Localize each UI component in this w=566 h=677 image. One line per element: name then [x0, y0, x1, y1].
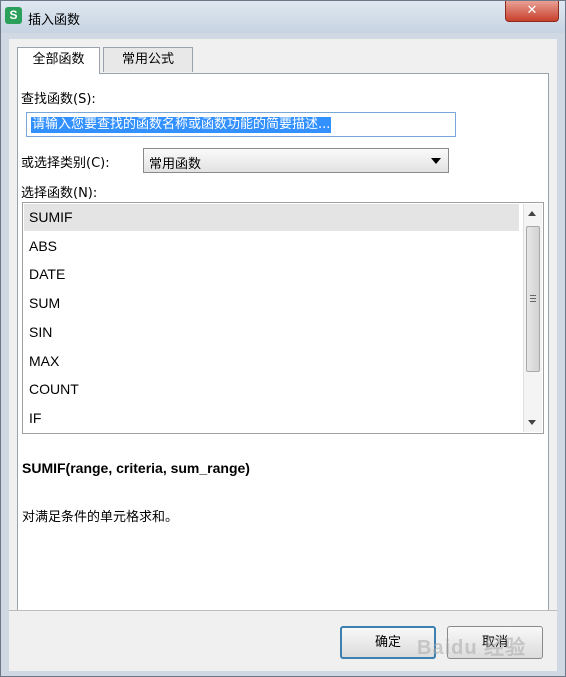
window-title: 插入函数 — [28, 13, 81, 28]
function-list-label: 选择函数(N): — [21, 186, 98, 201]
function-list-item-sin[interactable]: SIN — [24, 319, 519, 346]
divider — [9, 610, 557, 611]
function-description: 对满足条件的单元格求和。 — [22, 510, 179, 525]
app-logo-icon: S — [5, 7, 22, 24]
function-list-item-max[interactable]: MAX — [24, 348, 519, 375]
close-button[interactable]: ✕ — [505, 1, 559, 22]
baidu-watermark: Baidu 经验 — [417, 637, 527, 659]
function-list-item-count[interactable]: COUNT — [24, 376, 519, 403]
tab-common-formulas[interactable]: 常用公式 — [103, 47, 193, 72]
function-list-item-sumif[interactable]: SUMIF — [24, 204, 519, 231]
search-input-selected-text: 请输入您要查找的函数名称或函数功能的简要描述... — [31, 117, 332, 133]
category-dropdown-value: 常用函数 — [149, 157, 202, 172]
tab-panel: 查找函数(S): 请输入您要查找的函数名称或函数功能的简要描述... 或选择类别… — [17, 73, 549, 611]
function-list-item-if[interactable]: IF — [24, 405, 519, 432]
tab-all-functions[interactable]: 全部函数 — [17, 47, 100, 74]
scroll-down-arrow-icon[interactable] — [528, 420, 536, 425]
grip-line — [530, 295, 536, 296]
dialog-body: 全部函数 常用公式 查找函数(S): 请输入您要查找的函数名称或函数功能的简要描… — [9, 39, 557, 671]
grip-line — [530, 301, 536, 302]
insert-function-window: S 插入函数 ✕ 全部函数 常用公式 查找函数(S): 请输入您要查找的函数名称… — [0, 0, 566, 677]
category-dropdown[interactable]: 常用函数 — [143, 148, 449, 173]
scrollbar-thumb[interactable] — [526, 226, 540, 372]
title-bar[interactable]: S 插入函数 ✕ — [1, 1, 565, 33]
vertical-scrollbar[interactable] — [523, 204, 542, 432]
search-label: 查找函数(S): — [21, 92, 96, 107]
category-label: 或选择类别(C): — [21, 156, 110, 171]
function-list-item-sum[interactable]: SUM — [24, 290, 519, 317]
function-list-item-abs[interactable]: ABS — [24, 233, 519, 260]
scroll-up-arrow-icon[interactable] — [528, 211, 536, 216]
function-list-item-date[interactable]: DATE — [24, 261, 519, 288]
function-list[interactable]: SUMIF ABS DATE SUM SIN MAX COUNT IF — [22, 202, 544, 434]
function-signature: SUMIF(range, criteria, sum_range) — [22, 460, 250, 476]
chevron-down-icon — [431, 158, 441, 164]
grip-line — [530, 298, 536, 299]
search-input[interactable]: 请输入您要查找的函数名称或函数功能的简要描述... — [26, 112, 456, 137]
